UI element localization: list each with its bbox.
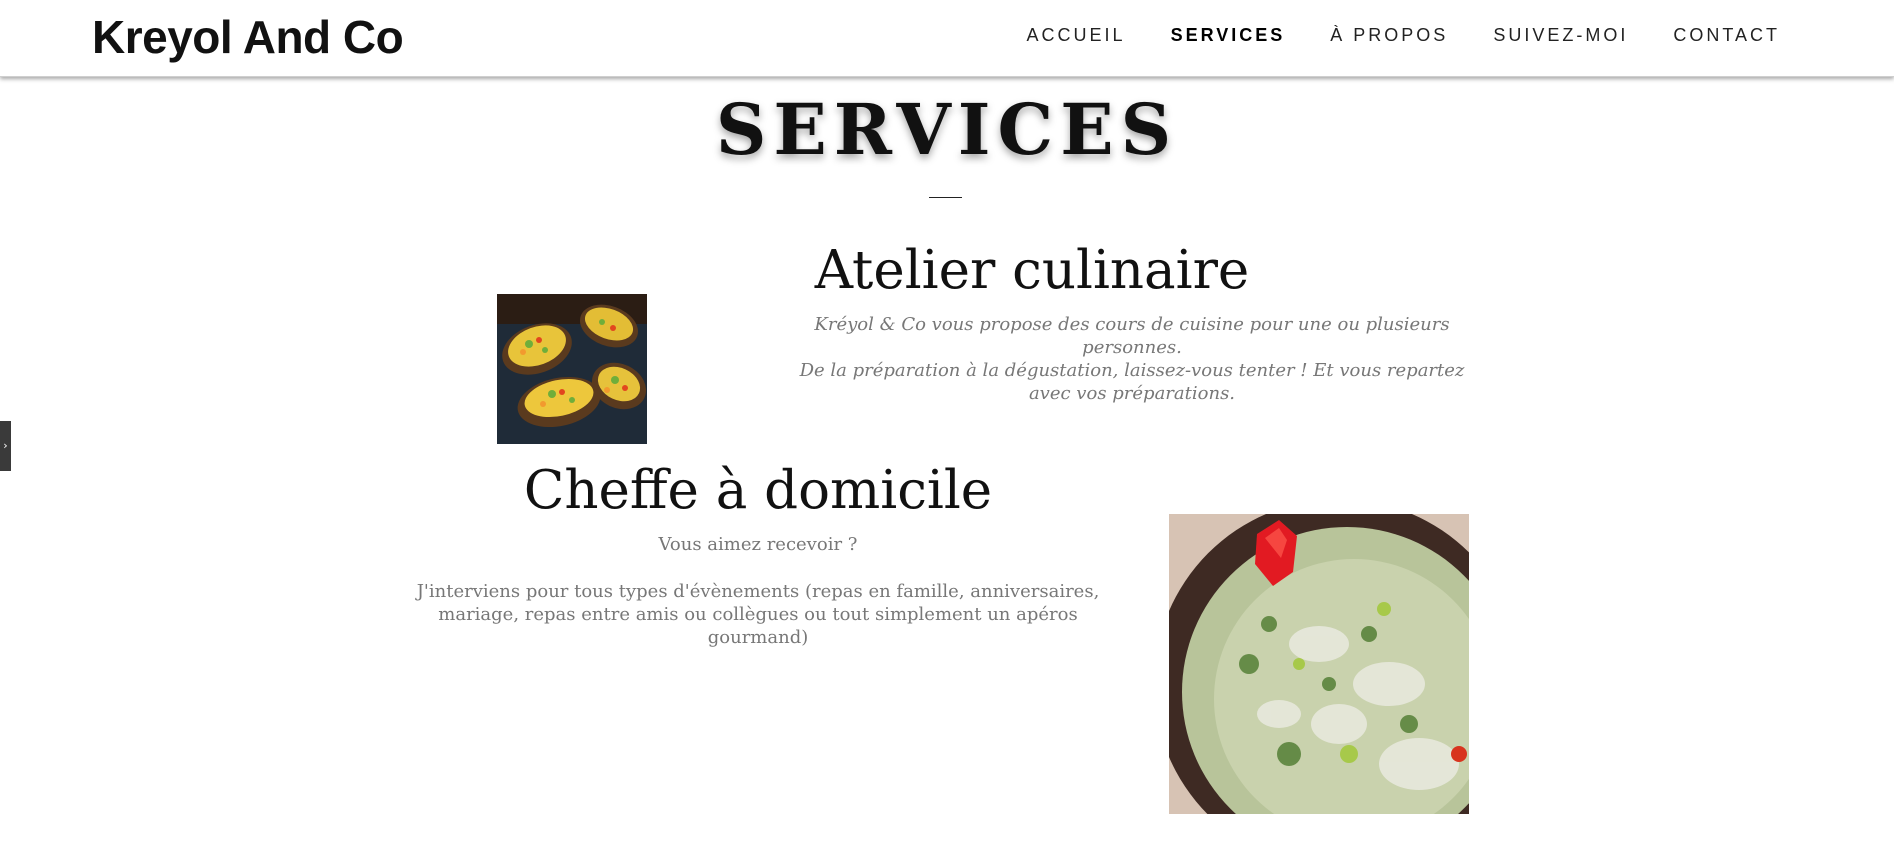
- service-atelier-text-2: De la préparation à la dégustation, lais…: [799, 360, 1465, 404]
- site-brand-link[interactable]: Kreyol And Co: [92, 10, 404, 64]
- nav-item-suivez-moi[interactable]: SUIVEZ-MOI: [1493, 25, 1628, 46]
- cheffe-photo: [1169, 514, 1469, 814]
- nav-item-a-propos[interactable]: À PROPOS: [1330, 25, 1448, 46]
- service-cheffe-text-1: Vous aimez recevoir ?: [658, 534, 858, 555]
- soup-bowl-image: [1169, 514, 1469, 814]
- title-divider: [929, 197, 962, 198]
- service-heading-cheffe: Cheffe à domicile: [523, 460, 993, 521]
- chevron-right-icon: ›: [3, 439, 8, 452]
- page-title: SERVICES: [715, 88, 1179, 171]
- nav-item-contact[interactable]: CONTACT: [1673, 25, 1780, 46]
- main-nav: ACCUEIL SERVICES À PROPOS SUIVEZ-MOI CON…: [982, 25, 1780, 46]
- service-atelier-text-1: Kréyol & Co vous propose des cours de cu…: [814, 314, 1450, 358]
- site-header: Kreyol And Co ACCUEIL SERVICES À PROPOS …: [0, 0, 1894, 77]
- service-cheffe-text-2: J'interviens pour tous types d'évènement…: [416, 581, 1100, 648]
- nav-item-accueil[interactable]: ACCUEIL: [1027, 25, 1126, 46]
- service-heading-atelier: Atelier culinaire: [814, 240, 1250, 301]
- side-panel-toggle[interactable]: ›: [0, 421, 11, 471]
- atelier-photo: [497, 294, 647, 444]
- nav-item-services[interactable]: SERVICES: [1171, 25, 1286, 46]
- pineapple-boats-image: [497, 294, 647, 444]
